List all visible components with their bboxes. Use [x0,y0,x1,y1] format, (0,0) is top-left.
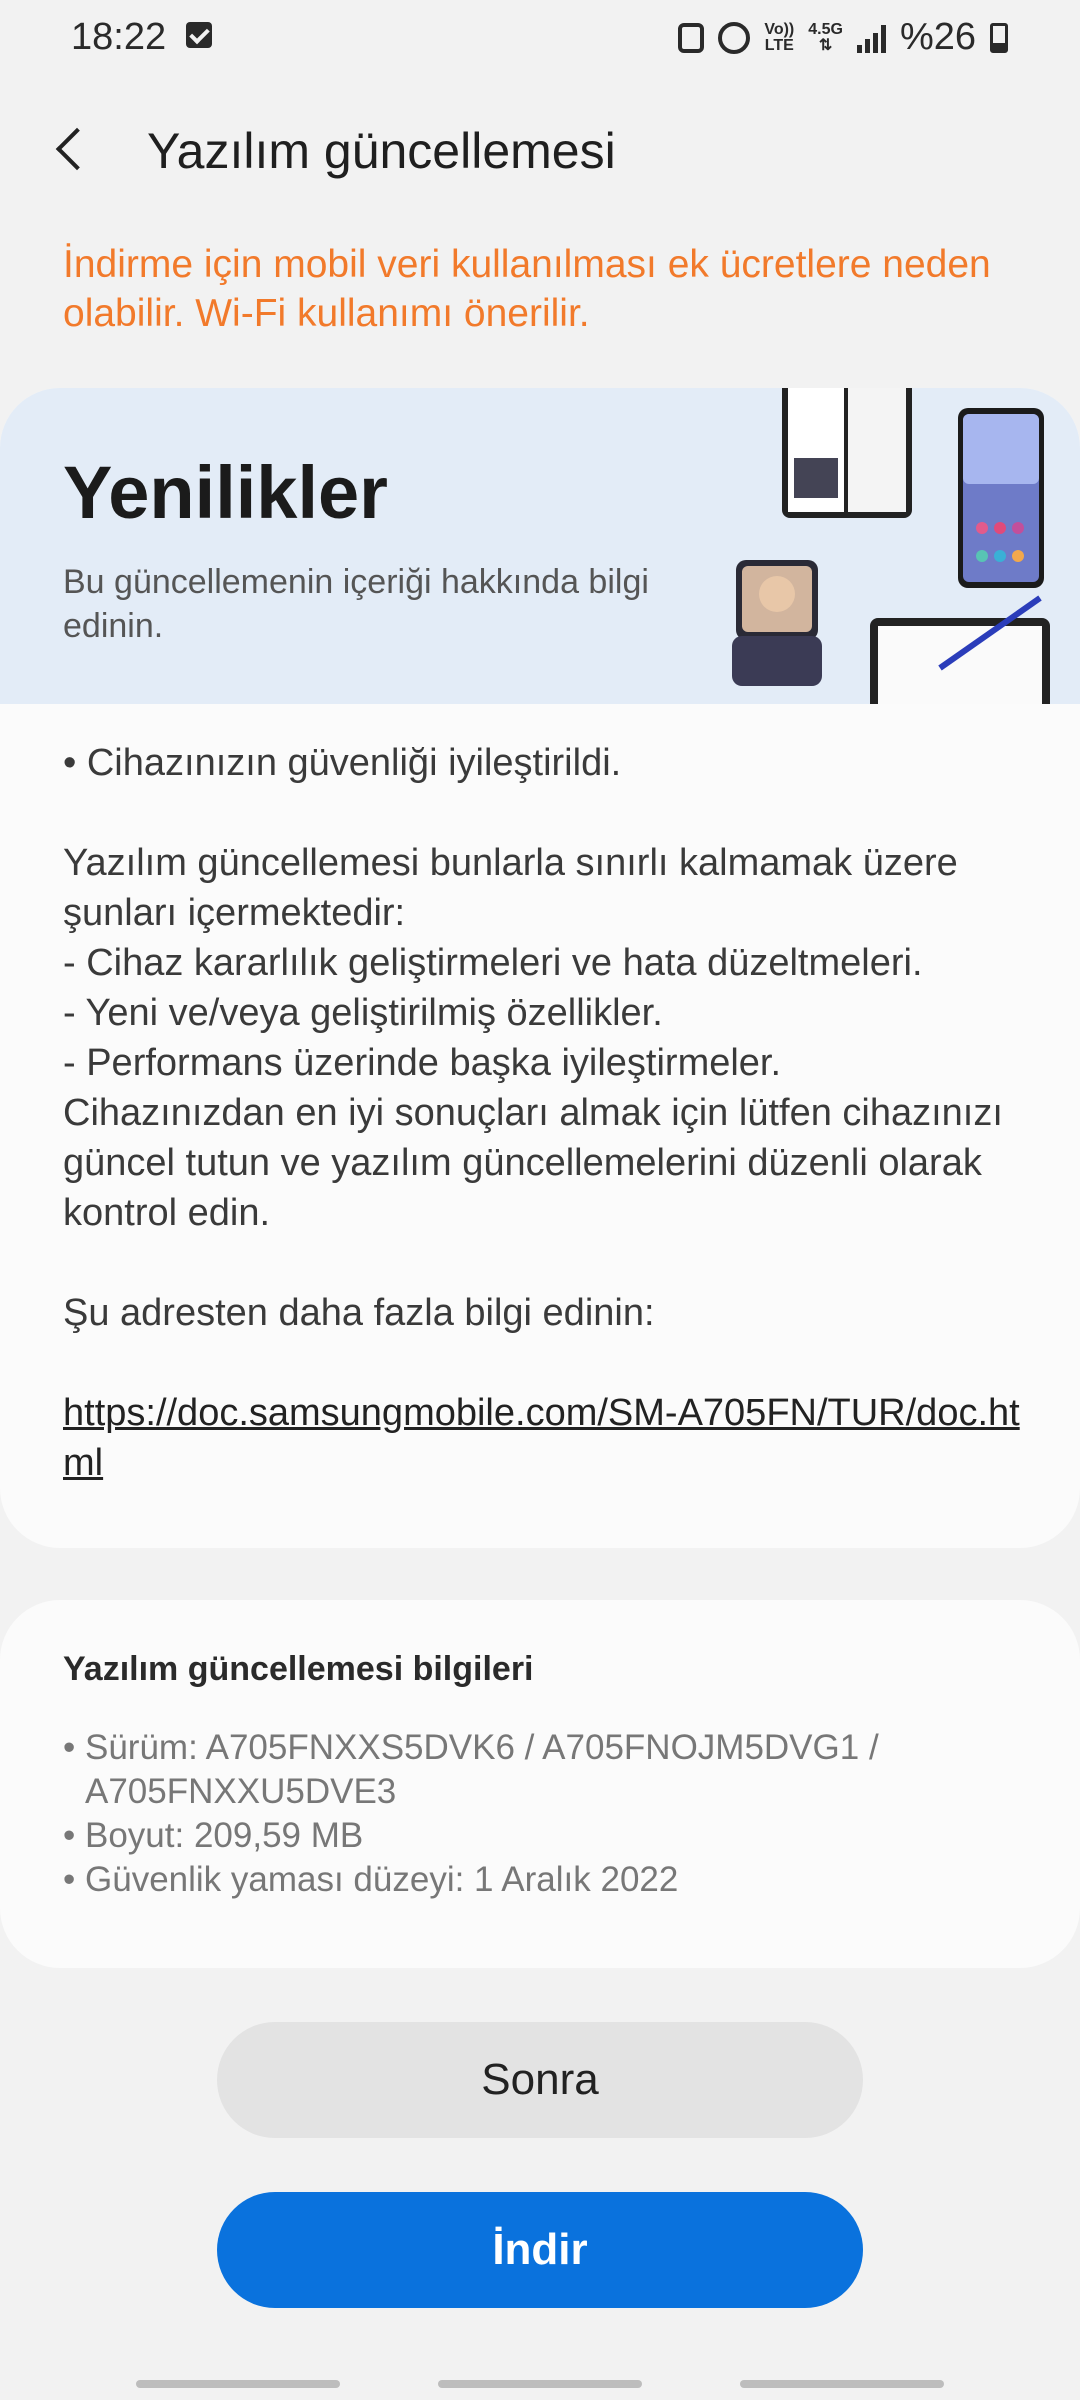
status-bar: 18:22 Vo)) LTE 4.5G ⇅ %26 [0,0,1080,80]
volte-bottom-text: LTE [764,36,794,54]
page-title: Yazılım güncellemesi [147,123,616,179]
volte-top-text: Vo)) [764,20,795,38]
network-type: 4.5G [808,20,843,38]
volte-icon: Vo)) LTE [764,20,795,54]
bullet: • [63,1816,76,1855]
gesture-navigation-bar [0,2370,1080,2400]
update-info-title: Yazılım güncellemesi bilgileri [63,1650,534,1688]
more-info-link[interactable]: https://doc.samsungmobile.com/SM-A705FN/… [63,1388,1033,1488]
bullet: • [63,1728,76,1767]
whats-new-banner: Yenilikler Bu güncellemenin içeriği hakk… [0,388,1080,738]
battery-percent: %26 [899,16,976,58]
nav-pill-center[interactable] [438,2380,642,2388]
whats-new-subtitle: Bu güncellemenin içeriği hakkında bilgi … [63,563,649,645]
check-notification-icon [186,22,212,48]
list-item-security-patch: • Güvenlik yaması düzeyi: 1 Aralık 2022 [63,1858,1023,1902]
whats-new-title: Yenilikler [63,451,388,534]
bullet: • [63,1860,76,1899]
whats-new-body: • Cihazınızın güvenliği iyileştirildi. Y… [63,742,1003,1334]
devices-illustration [720,388,1080,738]
nav-pill-right[interactable] [740,2380,944,2388]
version-text: Sürüm: A705FNXXS5DVK6 / A705FNOJM5DVG1 /… [85,1728,879,1811]
size-text: Boyut: 209,59 MB [85,1816,364,1855]
devices-illustration-svg [732,388,1050,738]
download-button[interactable]: İndir [217,2192,863,2308]
back-arrow-icon[interactable] [40,120,100,180]
update-info-list: • Sürüm: A705FNXXS5DVK6 / A705FNOJM5DVG1… [63,1726,1023,1902]
list-item-version: • Sürüm: A705FNXXS5DVK6 / A705FNOJM5DVG1… [63,1726,1023,1814]
network-arrows-icon: 4.5G ⇅ [808,20,843,54]
security-patch-text: Güvenlik yaması düzeyi: 1 Aralık 2022 [85,1860,679,1899]
later-button[interactable]: Sonra [217,2022,863,2138]
update-info-card: Yazılım güncellemesi bilgileri • Sürüm: … [0,1600,1080,1968]
signal-icon [856,23,886,53]
mobile-data-warning: İndirme için mobil veri kullanılması ek … [63,243,991,335]
battery-saver-icon [678,22,705,53]
list-item-size: • Boyut: 209,59 MB [63,1814,1023,1858]
app-bar: Yazılım güncellemesi [0,100,1080,200]
nav-pill-left[interactable] [136,2380,340,2388]
status-time: 18:22 [71,16,167,58]
alarm-icon [718,21,751,54]
status-icons: Vo)) LTE 4.5G ⇅ %26 [678,16,1008,59]
battery-icon [990,22,1008,53]
whats-new-card: Yenilikler Bu güncellemenin içeriği hakk… [0,388,1080,1548]
